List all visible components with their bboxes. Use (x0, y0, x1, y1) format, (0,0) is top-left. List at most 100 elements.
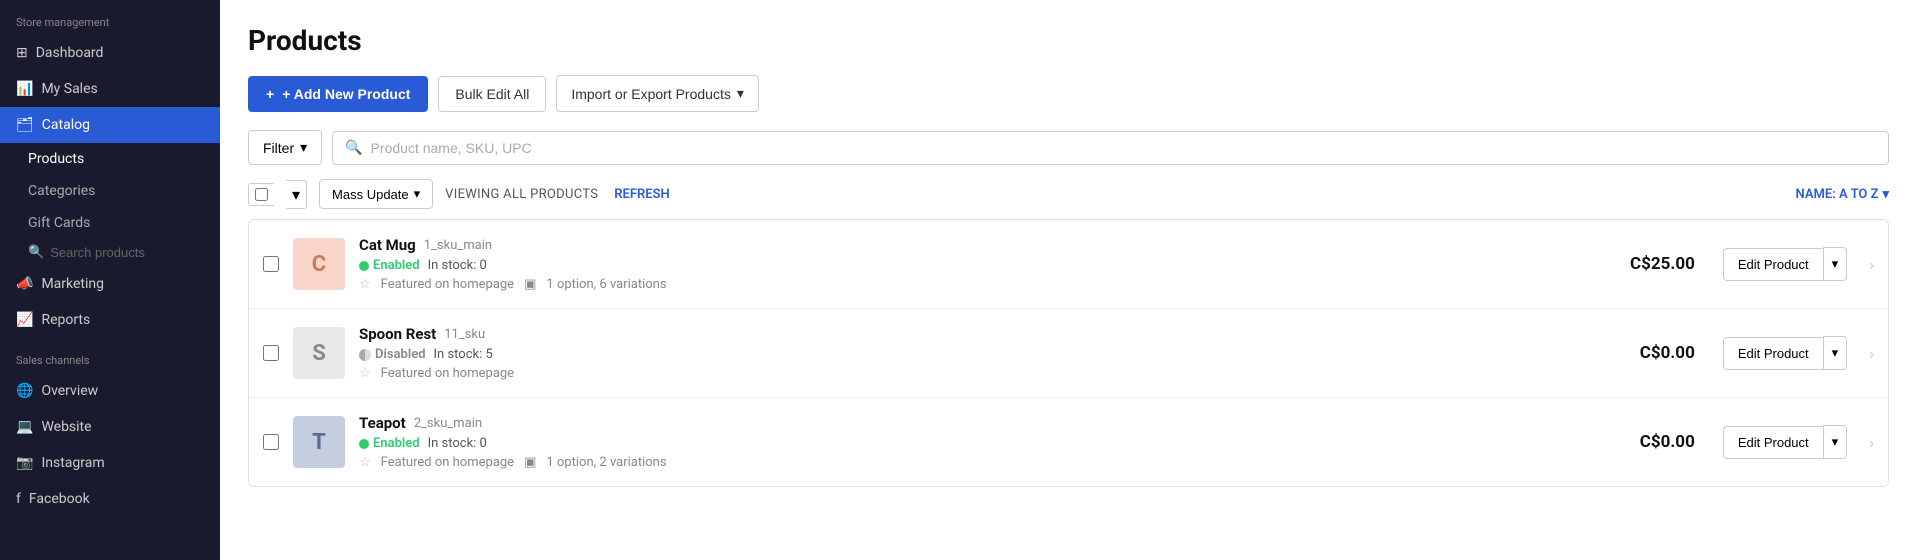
sidebar-item-products[interactable]: Products (0, 143, 220, 175)
variations-icon: ▣ (524, 455, 536, 470)
reports-icon: 📈 (16, 312, 33, 328)
sidebar-item-instagram[interactable]: 📷 Instagram (0, 445, 220, 481)
product-avatar: S (293, 327, 345, 379)
sidebar-item-gift-cards[interactable]: Gift Cards (0, 207, 220, 239)
sidebar-item-website[interactable]: 💻 Website (0, 409, 220, 445)
status-dot-enabled (359, 439, 369, 449)
product-sku: 2_sku_main (414, 416, 482, 431)
star-icon: ☆ (359, 277, 371, 292)
chevron-down-icon: ▾ (292, 185, 300, 204)
edit-btn-group: Edit Product ▾ (1723, 425, 1847, 459)
bulk-edit-all-button[interactable]: Bulk Edit All (438, 76, 546, 112)
select-all-checkbox-outer (248, 183, 274, 206)
product-status-row: Enabled In stock: 0 (359, 258, 1601, 273)
sort-label[interactable]: NAME: A TO Z ▾ (1796, 187, 1889, 202)
sidebar-item-reports[interactable]: 📈 Reports (0, 302, 220, 338)
product-meta-row: ☆ Featured on homepage ▣ 1 option, 6 var… (359, 277, 1601, 292)
product-name-row: Cat Mug 1_sku_main (359, 236, 1601, 254)
sidebar-sub-label: Categories (28, 183, 95, 199)
refresh-link[interactable]: REFRESH (614, 187, 669, 202)
edit-product-button[interactable]: Edit Product (1723, 248, 1823, 281)
edit-product-button[interactable]: Edit Product (1723, 337, 1823, 370)
chevron-down-icon: ▾ (737, 85, 744, 102)
edit-product-dropdown-button[interactable]: ▾ (1823, 425, 1848, 459)
product-list: C Cat Mug 1_sku_main Enabled In stock: 0… (248, 219, 1889, 487)
variations-icon: ▣ (524, 277, 536, 292)
mass-update-button[interactable]: Mass Update ▾ (319, 179, 433, 209)
page-title: Products (248, 24, 1889, 57)
filter-button[interactable]: Filter ▾ (248, 130, 322, 165)
product-checkbox-teapot[interactable] (263, 434, 279, 450)
main-content: Products + + Add New Product Bulk Edit A… (220, 0, 1917, 560)
sidebar-item-overview[interactable]: 🌐 Overview (0, 373, 220, 409)
edit-product-dropdown-button[interactable]: ▾ (1823, 247, 1848, 281)
product-info: Teapot 2_sku_main Enabled In stock: 0 ☆ … (359, 414, 1601, 470)
sidebar-item-label: Overview (41, 383, 98, 399)
sidebar-search[interactable]: 🔍 (0, 239, 220, 266)
action-row: ▾ Mass Update ▾ VIEWING ALL PRODUCTS REF… (248, 179, 1889, 209)
edit-product-button[interactable]: Edit Product (1723, 426, 1823, 459)
select-dropdown-button[interactable]: ▾ (286, 180, 307, 209)
product-status: Enabled (359, 436, 420, 451)
sidebar-sub-label: Products (28, 151, 84, 167)
product-sku: 11_sku (444, 327, 485, 342)
product-status-row: Enabled In stock: 0 (359, 436, 1601, 451)
row-arrow-icon[interactable]: › (1869, 433, 1874, 452)
add-button-label: + Add New Product (282, 86, 410, 102)
sidebar-item-marketing[interactable]: 📣 Marketing (0, 266, 220, 302)
filter-row: Filter ▾ 🔍 (248, 130, 1889, 165)
sidebar-item-label: Reports (41, 312, 90, 328)
facebook-icon: f (16, 491, 21, 507)
status-dot-disabled (359, 349, 371, 361)
table-row: S Spoon Rest 11_sku Disabled In stock: 5… (249, 309, 1888, 398)
add-new-product-button[interactable]: + + Add New Product (248, 76, 428, 112)
import-export-button[interactable]: Import or Export Products ▾ (556, 75, 759, 112)
status-dot-enabled (359, 261, 369, 271)
sidebar-item-label: Catalog (42, 117, 90, 133)
product-price: C$0.00 (1615, 432, 1695, 452)
website-icon: 💻 (16, 419, 33, 435)
product-featured: Featured on homepage (381, 455, 514, 470)
sidebar-item-my-sales[interactable]: 📊 My Sales (0, 71, 220, 107)
sidebar-item-dashboard[interactable]: ⊞ Dashboard (0, 35, 220, 71)
product-meta-row: ☆ Featured on homepage (359, 366, 1601, 381)
product-stock: In stock: 5 (434, 347, 493, 362)
row-arrow-icon[interactable]: › (1869, 255, 1874, 274)
filter-label: Filter (263, 140, 294, 156)
edit-btn-group: Edit Product ▾ (1723, 336, 1847, 370)
search-box: 🔍 (332, 131, 1889, 165)
sidebar-item-catalog[interactable]: 🗂 Catalog (0, 107, 220, 143)
sidebar-item-facebook[interactable]: f Facebook (0, 481, 220, 517)
chevron-down-icon: ▾ (1832, 434, 1839, 450)
viewing-text: VIEWING ALL PRODUCTS (445, 187, 598, 202)
product-price: C$25.00 (1615, 254, 1695, 274)
chevron-down-icon: ▾ (300, 139, 307, 156)
edit-product-dropdown-button[interactable]: ▾ (1823, 336, 1848, 370)
search-icon: 🔍 (28, 245, 44, 260)
dashboard-icon: ⊞ (16, 45, 28, 61)
instagram-icon: 📷 (16, 455, 33, 471)
sidebar-item-categories[interactable]: Categories (0, 175, 220, 207)
product-name-row: Teapot 2_sku_main (359, 414, 1601, 432)
product-variations: 1 option, 2 variations (546, 455, 666, 470)
product-featured: Featured on homepage (381, 277, 514, 292)
sales-channels-label: Sales channels (0, 338, 220, 373)
sales-icon: 📊 (16, 81, 33, 97)
product-meta-row: ☆ Featured on homepage ▣ 1 option, 2 var… (359, 455, 1601, 470)
search-icon: 🔍 (345, 140, 362, 156)
sort-label-text: NAME: A TO Z (1796, 187, 1879, 202)
product-search-input[interactable] (371, 140, 1876, 156)
star-icon: ☆ (359, 455, 371, 470)
product-price: C$0.00 (1615, 343, 1695, 363)
product-checkbox-spoon-rest[interactable] (263, 345, 279, 361)
edit-btn-group: Edit Product ▾ (1723, 247, 1847, 281)
product-sku: 1_sku_main (424, 238, 492, 253)
row-arrow-icon[interactable]: › (1869, 344, 1874, 363)
toolbar: + + Add New Product Bulk Edit All Import… (248, 75, 1889, 112)
select-all-checkbox[interactable] (255, 188, 268, 201)
star-icon: ☆ (359, 366, 371, 381)
bulk-edit-label: Bulk Edit All (455, 86, 529, 102)
product-variations: 1 option, 6 variations (546, 277, 666, 292)
search-products-input[interactable] (50, 245, 204, 260)
product-checkbox-cat-mug[interactable] (263, 256, 279, 272)
